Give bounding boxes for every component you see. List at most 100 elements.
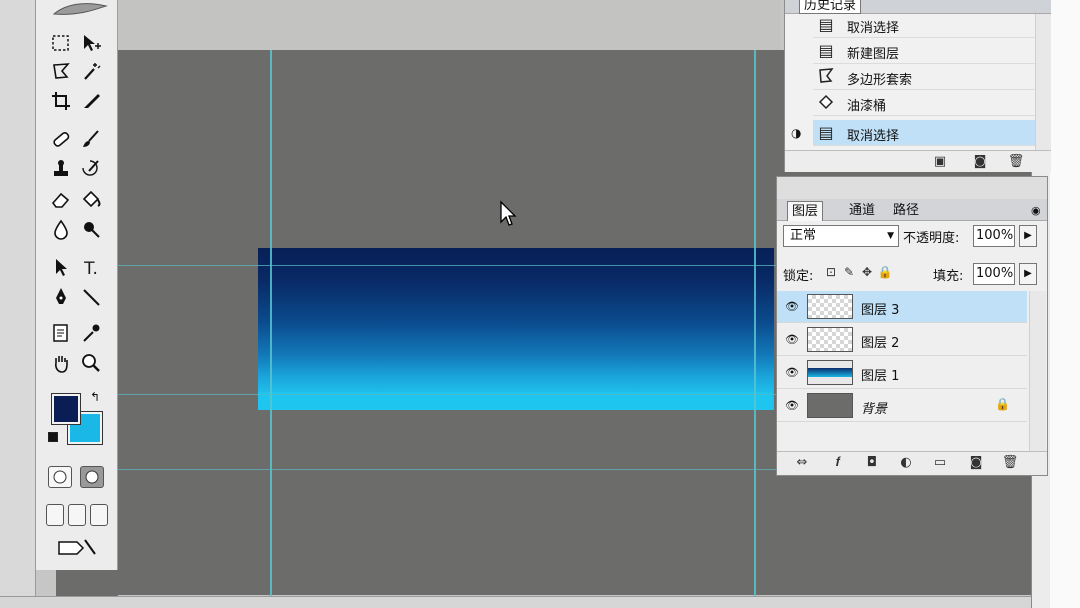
notes-tool-icon[interactable]: [48, 322, 74, 348]
history-item[interactable]: 油漆桶: [813, 90, 1049, 116]
pen-tool-icon[interactable]: [48, 286, 74, 312]
layer-style-icon[interactable]: 𝒇: [829, 454, 847, 472]
tab-channels[interactable]: 通道: [845, 201, 879, 221]
layers-scrollbar[interactable]: [1029, 291, 1046, 451]
banner-bevel-corner: [756, 390, 772, 410]
panel-menu-icon[interactable]: ◉: [1027, 201, 1045, 221]
adjustment-layer-icon[interactable]: ◐: [897, 454, 915, 472]
eye-visibility-icon[interactable]: 👁: [783, 298, 801, 316]
dodge-tool-icon[interactable]: [78, 218, 104, 244]
blend-mode-value: 正常: [790, 228, 817, 243]
history-item[interactable]: ▤ 取消选择: [813, 12, 1049, 38]
paint-bucket-icon: [815, 93, 837, 113]
layer-row[interactable]: 👁 图层 3: [777, 291, 1027, 323]
add-mask-icon[interactable]: ◘: [863, 454, 881, 472]
foreground-color-swatch[interactable]: [51, 393, 81, 425]
layer-name: 背景: [861, 402, 888, 417]
type-tool-icon[interactable]: T.: [78, 256, 104, 282]
document-top-area: [118, 0, 780, 50]
fill-label: 填充:: [933, 269, 964, 284]
history-item-label: 取消选择: [847, 21, 900, 36]
lock-position-icon[interactable]: ✥: [859, 263, 875, 281]
lock-all-icon[interactable]: 🔒: [877, 263, 893, 281]
history-item-label: 油漆桶: [847, 99, 887, 114]
layer-row[interactable]: 👁 图层 2: [777, 324, 1027, 356]
polygonal-lasso-icon: [815, 67, 837, 87]
eye-visibility-icon[interactable]: 👁: [783, 364, 801, 382]
lock-icon: 🔒: [995, 397, 1010, 411]
opacity-slider-arrow[interactable]: ▶: [1019, 225, 1037, 247]
history-brush-tool-icon[interactable]: [78, 158, 104, 184]
layer-list: 👁 图层 3 👁 图层 2 👁 图层 1 👁 背景 🔒: [777, 291, 1029, 441]
clone-stamp-tool-icon[interactable]: [48, 158, 74, 184]
history-scrollbar[interactable]: [1035, 14, 1051, 150]
move-tool-icon[interactable]: [78, 32, 104, 58]
layer-row[interactable]: 👁 图层 1: [777, 357, 1027, 389]
brush-tool-icon[interactable]: [78, 128, 104, 154]
chevron-down-icon: ▼: [887, 231, 894, 241]
tab-layers[interactable]: 图层: [787, 201, 824, 221]
layer-name: 图层 1: [861, 369, 900, 384]
swap-colors-icon[interactable]: ↰: [90, 390, 100, 404]
horizontal-guide-middle[interactable]: [118, 394, 778, 395]
line-tool-icon[interactable]: [78, 286, 104, 312]
horizontal-guide-top[interactable]: [118, 265, 778, 266]
history-item-label: 取消选择: [847, 129, 900, 144]
eyedropper-tool-icon[interactable]: [78, 322, 104, 348]
history-item-selected[interactable]: ▤ 取消选择: [813, 120, 1049, 146]
history-item-label: 多边形套索: [847, 73, 913, 88]
blend-mode-select[interactable]: 正常 ▼: [783, 225, 899, 247]
fill-slider-arrow[interactable]: ▶: [1019, 263, 1037, 285]
link-layers-icon[interactable]: ⇔: [793, 454, 811, 472]
toolbox: T. ↰: [36, 0, 118, 570]
vertical-guide-right[interactable]: [754, 50, 756, 596]
standard-mode-button[interactable]: [48, 466, 72, 488]
layer-thumbnail: [807, 327, 853, 352]
eye-visibility-icon[interactable]: 👁: [783, 397, 801, 415]
jump-to-imageready-icon[interactable]: [54, 536, 100, 562]
left-edge: [0, 0, 36, 608]
layer-thumbnail: [807, 393, 853, 418]
history-item[interactable]: ▤ 新建图层: [813, 38, 1049, 64]
layers-panel: 图层 通道 路径 ◉ 正常 ▼ 不透明度: 100% ▶ 锁定: ⊡ ✎ ✥ 🔒…: [776, 176, 1048, 476]
standard-screen-mode-button[interactable]: [46, 504, 64, 526]
paint-bucket-tool-icon[interactable]: [78, 188, 104, 214]
layer-row[interactable]: 👁 背景 🔒: [777, 390, 1027, 422]
new-document-from-state-icon[interactable]: ▣: [931, 153, 949, 171]
eraser-tool-icon[interactable]: [48, 188, 74, 214]
delete-state-icon[interactable]: 🗑: [1007, 153, 1025, 171]
delete-layer-icon[interactable]: 🗑: [1001, 454, 1019, 472]
lock-transparency-icon[interactable]: ⊡: [823, 263, 839, 281]
marquee-tool-icon[interactable]: [48, 32, 74, 58]
vertical-guide-left[interactable]: [270, 50, 272, 596]
magic-wand-tool-icon[interactable]: [78, 60, 104, 86]
path-selection-tool-icon[interactable]: [48, 256, 74, 282]
status-bar: [0, 596, 1080, 608]
quick-mask-mode-button[interactable]: [80, 466, 104, 488]
new-group-icon[interactable]: ▭: [931, 454, 949, 472]
tab-paths[interactable]: 路径: [889, 201, 923, 221]
document-canvas-corner: [56, 570, 118, 598]
fill-field[interactable]: 100%: [973, 263, 1015, 285]
lock-pixels-icon[interactable]: ✎: [841, 263, 857, 281]
opacity-field[interactable]: 100%: [973, 225, 1015, 247]
new-layer-icon[interactable]: ◙: [967, 454, 985, 472]
default-colors-icon[interactable]: [48, 432, 58, 442]
eye-visibility-icon[interactable]: 👁: [783, 331, 801, 349]
crop-tool-icon[interactable]: [48, 90, 74, 116]
new-snapshot-icon[interactable]: ◙: [971, 153, 989, 171]
full-screen-mode-button[interactable]: [90, 504, 108, 526]
healing-brush-tool-icon[interactable]: [48, 128, 74, 154]
history-brush-source-icon[interactable]: ◑: [791, 126, 801, 140]
full-screen-menu-mode-button[interactable]: [68, 504, 86, 526]
blur-tool-icon[interactable]: [48, 218, 74, 244]
history-item-label: 新建图层: [847, 47, 900, 62]
lasso-tool-icon[interactable]: [48, 60, 74, 86]
gradient-banner: [258, 248, 774, 410]
history-item[interactable]: 多边形套索: [813, 64, 1049, 90]
layers-panel-footer: ⇔ 𝒇 ◘ ◐ ▭ ◙ 🗑: [777, 451, 1047, 475]
zoom-tool-icon[interactable]: [78, 352, 104, 378]
layers-panel-titlebar: [777, 177, 1047, 199]
hand-tool-icon[interactable]: [48, 352, 74, 378]
slice-tool-icon[interactable]: [78, 90, 104, 116]
